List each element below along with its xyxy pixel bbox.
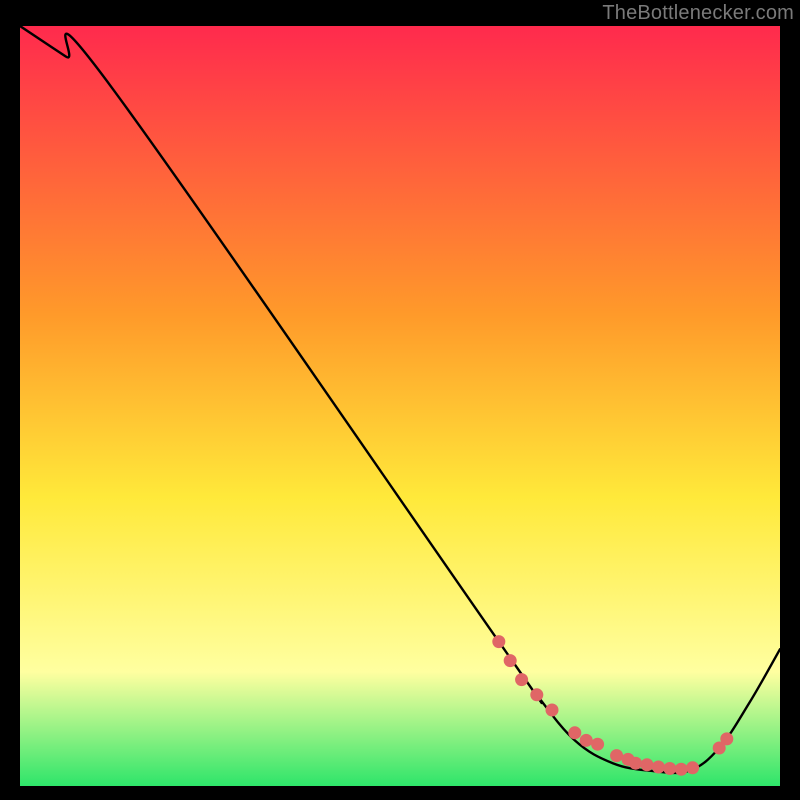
- curve-marker: [641, 758, 654, 771]
- curve-marker: [568, 726, 581, 739]
- gradient-background: [20, 26, 780, 786]
- curve-marker: [652, 761, 665, 774]
- curve-marker: [504, 654, 517, 667]
- chart-plot: [20, 26, 780, 786]
- chart-stage: TheBottlenecker.com: [0, 0, 800, 800]
- curve-marker: [686, 761, 699, 774]
- curve-marker: [530, 688, 543, 701]
- curve-marker: [546, 704, 559, 717]
- curve-marker: [591, 738, 604, 751]
- curve-marker: [515, 673, 528, 686]
- curve-marker: [663, 762, 676, 775]
- curve-marker: [675, 763, 688, 776]
- attribution-text: TheBottlenecker.com: [602, 2, 794, 25]
- curve-marker: [610, 749, 623, 762]
- curve-marker: [720, 732, 733, 745]
- curve-marker: [629, 757, 642, 770]
- curve-marker: [580, 734, 593, 747]
- chart-svg: [20, 26, 780, 786]
- curve-marker: [492, 635, 505, 648]
